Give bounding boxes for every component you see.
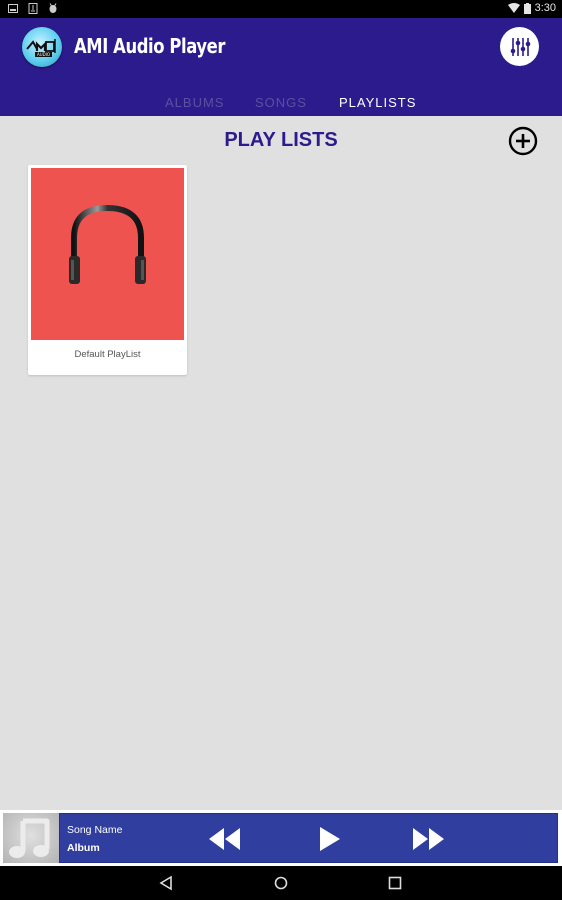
fast-forward-icon[interactable] [411, 826, 445, 852]
battery-icon [523, 2, 531, 14]
section-title: PLAY LISTS [224, 129, 338, 151]
navigation-bar [0, 866, 562, 900]
back-icon[interactable] [158, 875, 174, 891]
app-title: AMI Audio Player [74, 34, 226, 58]
svg-text:AUDIO: AUDIO [37, 52, 50, 57]
playlist-card[interactable]: Default PlayList [28, 165, 187, 375]
playlist-name: Default PlayList [74, 349, 141, 360]
ami-audio-logo-icon: AUDIO [22, 27, 62, 67]
album-name: Album [67, 842, 100, 854]
wifi-icon [507, 3, 520, 13]
headphones-icon [69, 204, 146, 284]
app-bar: AUDIO AMI Audio Player ALBUMS SONGS PLAY… [0, 18, 562, 116]
rewind-icon[interactable] [208, 826, 242, 852]
play-icon[interactable] [318, 826, 342, 852]
tab-albums[interactable]: ALBUMS [165, 95, 224, 110]
playlist-art [31, 168, 184, 340]
album-thumbnail[interactable] [3, 813, 59, 863]
add-playlist-button[interactable] [508, 126, 538, 156]
tab-songs[interactable]: SONGS [255, 95, 307, 110]
equalizer-icon [510, 37, 530, 56]
recents-icon[interactable] [387, 875, 403, 891]
status-time: 3:30 [534, 2, 556, 14]
download-notification-icon [28, 3, 38, 14]
song-name: Song Name [67, 824, 123, 836]
tab-playlists[interactable]: PLAYLISTS [339, 95, 416, 110]
home-icon[interactable] [273, 875, 289, 891]
image-notification-icon [8, 4, 18, 13]
player-bar: Song Name Album [59, 813, 558, 863]
add-circle-icon [508, 126, 538, 156]
tab-bar: ALBUMS SONGS PLAYLISTS [0, 94, 562, 116]
music-note-icon [9, 818, 50, 858]
equalizer-button[interactable] [500, 27, 539, 66]
android-debug-icon [49, 3, 57, 13]
status-bar: 3:30 [0, 0, 562, 18]
mini-player: Song Name Album [0, 810, 562, 866]
